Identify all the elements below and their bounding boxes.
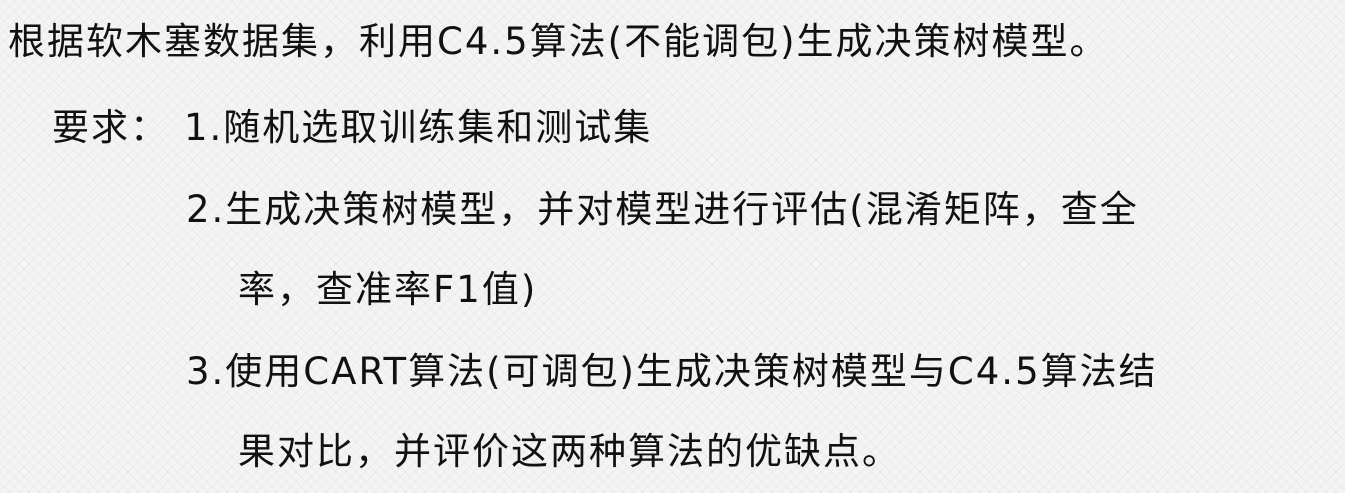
requirement-item-3: 3.使用CART算法(可调包)生成决策树模型与C4.5算法结 xyxy=(186,350,1158,393)
requirement-item-3-continuation: 果对比，并评价这两种算法的优缺点。 xyxy=(238,430,901,473)
requirement-item-2-continuation: 率，查准率F1值) xyxy=(238,268,538,311)
requirement-item-1-row: 要求： 1.随机选取训练集和测试集 xyxy=(52,106,652,150)
requirement-item-2: 2.生成决策树模型，并对模型进行评估(混淆矩阵，查全 xyxy=(186,188,1139,231)
slide: 根据软木塞数据集，利用C4.5算法(不能调包)生成决策树模型。 要求： 1.随机选… xyxy=(0,0,1345,493)
requirement-item-1: 1.随机选取训练集和测试集 xyxy=(184,106,653,149)
assignment-title: 根据软木塞数据集，利用C4.5算法(不能调包)生成决策树模型。 xyxy=(8,20,1109,63)
requirements-label: 要求： xyxy=(52,106,169,149)
